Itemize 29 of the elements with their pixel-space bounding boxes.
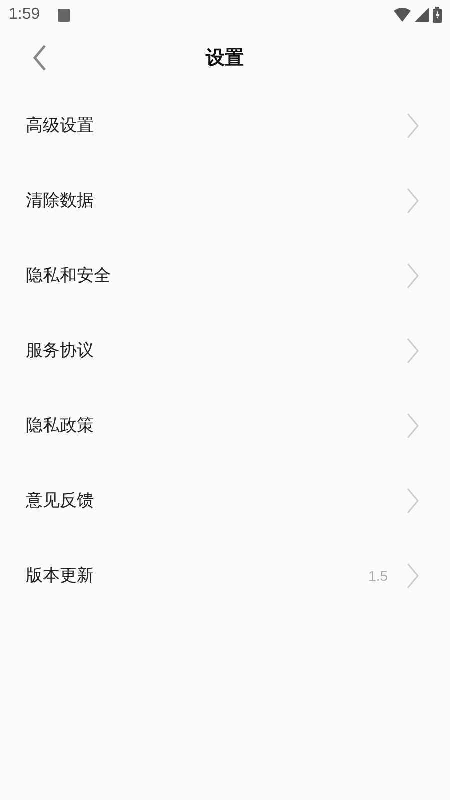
chevron-right-icon: [406, 338, 420, 364]
wifi-icon: [394, 8, 411, 22]
chevron-right-icon: [406, 412, 420, 438]
settings-row[interactable]: 隐私和安全: [0, 238, 450, 313]
row-label: 版本更新: [26, 565, 94, 587]
chevron-right-icon: [406, 188, 420, 214]
row-label: 隐私和安全: [26, 265, 111, 287]
page-title: 设置: [206, 46, 244, 71]
row-label: 高级设置: [26, 115, 94, 137]
chevron-right-icon: [406, 112, 420, 138]
settings-row[interactable]: 意见反馈: [0, 463, 450, 538]
row-label: 清除数据: [26, 190, 94, 212]
chevron-left-icon: [33, 45, 47, 71]
chevron-right-icon: [406, 488, 420, 514]
status-time: 1:59: [9, 6, 40, 24]
settings-row[interactable]: 清除数据: [0, 163, 450, 238]
chevron-right-icon: [406, 262, 420, 288]
settings-row[interactable]: 版本更新 1.5: [0, 538, 450, 613]
settings-row[interactable]: 服务协议: [0, 313, 450, 388]
row-label: 隐私政策: [26, 415, 94, 437]
version-value: 1.5: [368, 568, 388, 584]
chevron-right-icon: [406, 562, 420, 588]
settings-row[interactable]: 高级设置: [0, 88, 450, 163]
signal-icon: [415, 8, 429, 22]
row-label: 意见反馈: [26, 490, 94, 512]
settings-row[interactable]: 隐私政策: [0, 388, 450, 463]
row-label: 服务协议: [26, 340, 94, 362]
notification-icon: [58, 8, 70, 22]
battery-icon: [433, 7, 442, 23]
